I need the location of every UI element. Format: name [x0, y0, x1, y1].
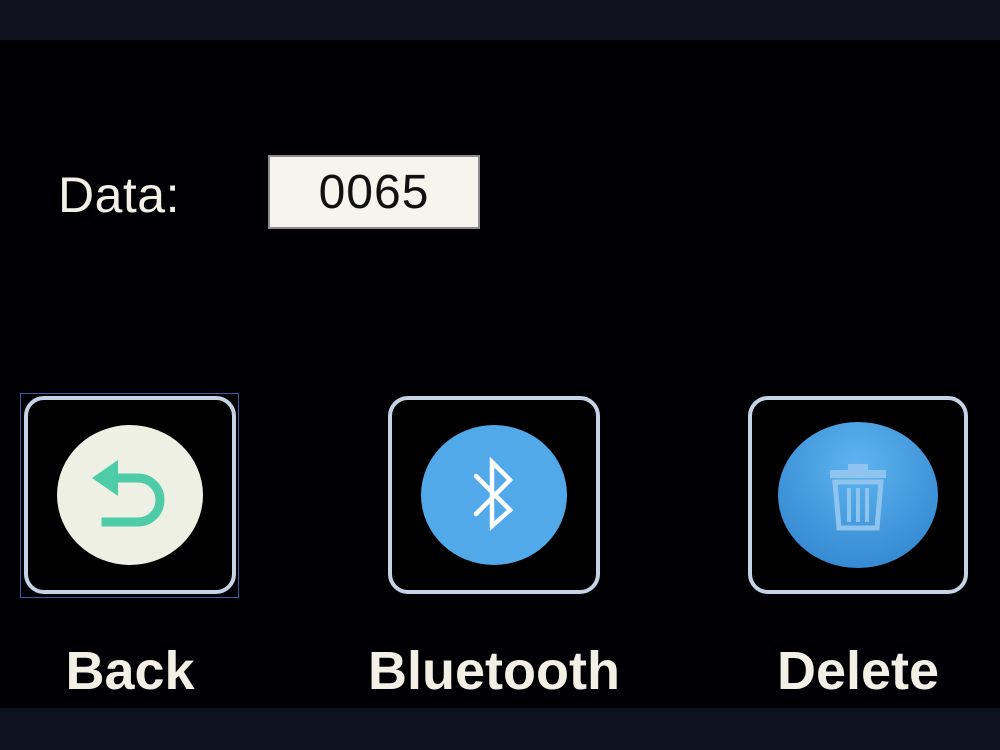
trash-icon — [830, 464, 886, 531]
delete-icon-circle — [778, 422, 938, 568]
device-screen — [0, 40, 1000, 708]
back-arrow-icon — [92, 460, 165, 527]
bottom-bezel — [0, 708, 1000, 750]
top-bezel — [0, 0, 1000, 40]
bluetooth-icon — [473, 456, 514, 532]
bluetooth-label: Bluetooth — [368, 641, 620, 701]
data-label: Data: — [58, 167, 181, 223]
back-button[interactable] — [24, 396, 236, 594]
data-value-field[interactable]: 0065 — [268, 155, 480, 229]
back-icon-circle — [57, 425, 203, 565]
bluetooth-button[interactable] — [388, 396, 600, 594]
bluetooth-icon-circle — [421, 425, 567, 565]
back-label: Back — [65, 641, 195, 701]
delete-button[interactable] — [748, 396, 968, 594]
delete-label: Delete — [776, 641, 940, 701]
